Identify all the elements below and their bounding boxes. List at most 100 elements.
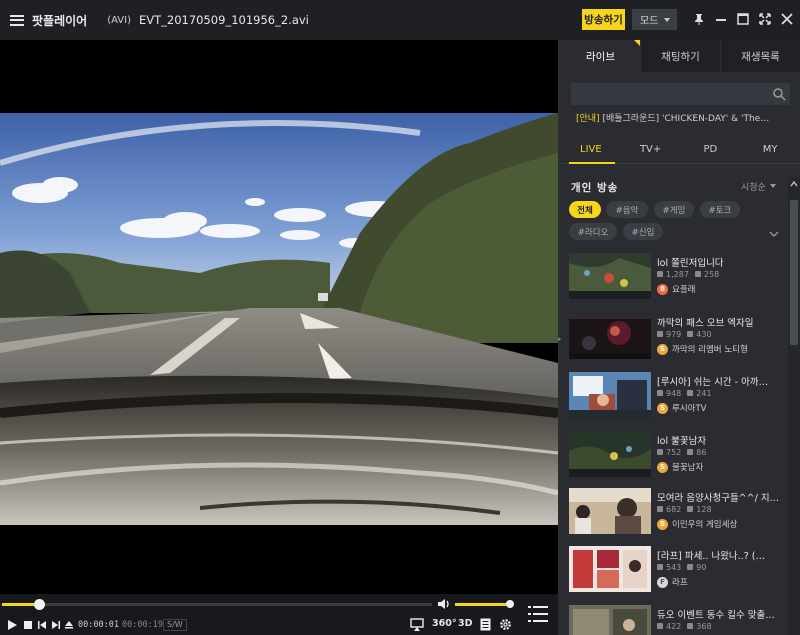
viewer-count: 682 <box>657 505 681 514</box>
file-name: EVT_20170509_101956_2.avi <box>139 13 309 27</box>
like-count: 90 <box>687 563 706 572</box>
stream-stats: 1,287 258 <box>657 270 719 279</box>
list-item[interactable]: [루시아] 쉬는 시간 - 아까… 948 241 S 루시아TV <box>569 372 784 420</box>
vr-360-button[interactable]: 360° <box>432 618 457 629</box>
list-item[interactable]: [라프] 파세.. 나왔나..? (… 543 90 F 라프 <box>569 546 784 594</box>
document-icon[interactable] <box>480 618 491 631</box>
streamer-badge: S <box>657 343 668 355</box>
seek-bar[interactable] <box>2 599 432 610</box>
chevron-down-icon[interactable] <box>769 230 779 238</box>
time-separator: / <box>115 620 118 630</box>
next-icon[interactable] <box>50 619 62 631</box>
search-input[interactable] <box>571 83 790 105</box>
pin-icon[interactable] <box>692 12 706 26</box>
streamer-row: S 이민우의 게임세상 <box>657 518 737 530</box>
stream-title: [루시아] 쉬는 시간 - 아까… <box>657 377 769 388</box>
like-count: 241 <box>687 389 712 398</box>
play-icon[interactable] <box>6 619 18 631</box>
sort-dropdown[interactable]: 시청순 <box>741 180 766 193</box>
like-count: 430 <box>687 330 712 339</box>
streamer-row: 8 요플래 <box>657 283 695 295</box>
like-value: 258 <box>703 270 720 279</box>
viewer-count: 752 <box>657 448 681 457</box>
like-value: 90 <box>696 563 707 572</box>
stream-thumbnail <box>569 488 651 534</box>
list-item[interactable]: 모여라 음양사청구들^^/ 지… 682 128 S 이민우의 게임세상 <box>569 488 784 536</box>
stream-stats: 752 86 <box>657 448 706 457</box>
3d-button[interactable]: 3D <box>458 618 473 629</box>
scrollbar-thumb[interactable] <box>790 200 798 345</box>
gear-icon[interactable] <box>499 618 512 631</box>
video-area[interactable] <box>0 40 558 594</box>
maximize-icon[interactable] <box>736 12 750 26</box>
stream-stats: 948 241 <box>657 389 712 398</box>
chip-talk[interactable]: #토크 <box>700 201 740 218</box>
app-name[interactable]: 팟플레이어 <box>32 12 87 29</box>
stream-thumbnail <box>569 605 651 635</box>
eject-icon[interactable] <box>63 619 75 631</box>
stream-stats: 682 128 <box>657 505 712 514</box>
viewer-count: 1,287 <box>657 270 689 279</box>
seek-handle[interactable] <box>33 599 45 610</box>
close-icon[interactable] <box>780 12 794 26</box>
tab-chat[interactable]: 채팅하기 <box>640 40 720 72</box>
like-count: 128 <box>687 505 712 514</box>
streamer-name: 까막의 리멤버 노티형 <box>672 345 748 355</box>
sidebar-panel: 라이브 채팅하기 재생목록 [안내] [배틀그라운드] 'CHICKEN-DAY… <box>561 40 800 635</box>
category-tvplus[interactable]: TV+ <box>621 136 681 163</box>
thumbs-up-icon <box>687 331 694 337</box>
current-time: 00:00:01 <box>78 620 119 630</box>
category-my[interactable]: MY <box>740 136 800 163</box>
search-icon[interactable] <box>772 87 786 101</box>
sidebar-tabs: 라이브 채팅하기 재생목록 <box>561 40 800 72</box>
volume-icon[interactable] <box>437 597 451 611</box>
stream-title: lol 쫄린저입니다 <box>657 258 724 269</box>
streamer-badge: 8 <box>657 283 668 295</box>
broadcast-button[interactable]: 방송하기 <box>582 9 625 30</box>
person-icon <box>657 271 663 277</box>
scroll-up-icon[interactable] <box>790 180 798 188</box>
chip-music[interactable]: #음악 <box>606 201 648 218</box>
stream-title: 까막의 패스 오브 엑자일 <box>657 318 754 329</box>
category-pd[interactable]: PD <box>681 136 741 163</box>
chip-all[interactable]: 전체 <box>569 201 601 218</box>
cast-icon[interactable] <box>410 618 424 632</box>
list-item[interactable]: lol 불꽃남자 752 86 S 불꽃남자 <box>569 431 784 479</box>
volume-handle[interactable] <box>505 600 514 608</box>
previous-icon[interactable] <box>36 619 48 631</box>
chip-game[interactable]: #게임 <box>654 201 694 218</box>
fullscreen-icon[interactable] <box>758 12 772 26</box>
stream-thumbnail <box>569 546 651 592</box>
tab-label: 채팅하기 <box>661 50 700 63</box>
list-item[interactable]: lol 쫄린저입니다 1,287 258 8 요플래 <box>569 253 784 301</box>
like-count: 258 <box>694 270 720 279</box>
category-live[interactable]: LIVE <box>561 136 621 164</box>
playlist-toggle-icon[interactable] <box>528 605 548 623</box>
chip-new[interactable]: #신입 <box>623 223 663 240</box>
chip-radio[interactable]: #라디오 <box>569 223 617 240</box>
viewer-value: 1,287 <box>666 270 689 279</box>
stop-icon[interactable] <box>22 619 34 631</box>
mode-dropdown[interactable]: 모드 <box>632 9 677 30</box>
like-value: 430 <box>696 330 712 339</box>
decoder-badge[interactable]: S/W <box>163 619 187 631</box>
tab-label: 재생목록 <box>741 50 780 63</box>
menu-icon[interactable] <box>10 14 24 26</box>
streamer-badge: S <box>657 518 668 530</box>
viewer-value: 752 <box>666 448 682 457</box>
stream-title: 모여라 음양사청구들^^/ 지… <box>657 493 780 504</box>
streamer-name: 라프 <box>672 578 688 588</box>
volume-slider[interactable] <box>455 600 514 608</box>
streamer-badge: F <box>657 576 668 588</box>
tab-playlist[interactable]: 재생목록 <box>720 40 800 72</box>
total-time: 00:00:19 <box>122 620 163 630</box>
streamer-name: 루시아TV <box>672 404 707 414</box>
thumbs-up-icon <box>687 564 694 570</box>
stream-stats: 422 368 <box>657 622 712 631</box>
minimize-icon[interactable] <box>714 12 728 26</box>
list-item[interactable]: 까막의 패스 오브 엑자일 979 430 S 까막의 리멤버 노티형 <box>569 313 784 361</box>
list-item[interactable]: 듀오 이벤트 동수 킬수 맞출… 422 368 <box>569 605 784 635</box>
tab-live[interactable]: 라이브 <box>561 40 640 72</box>
notice-banner[interactable]: [안내] [배틀그라운드] 'CHICKEN-DAY' & 'The… <box>576 111 791 124</box>
like-value: 86 <box>696 448 707 457</box>
